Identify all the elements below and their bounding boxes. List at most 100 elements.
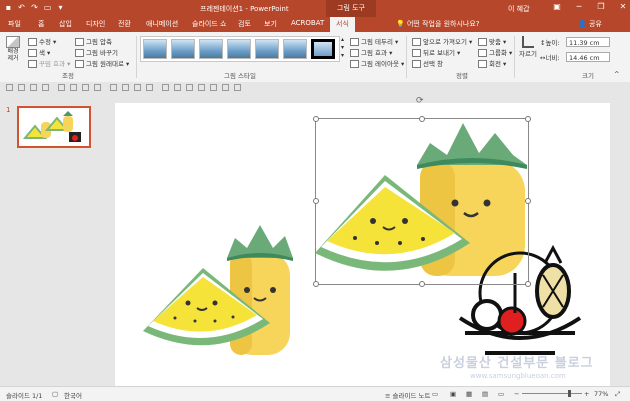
tab-design[interactable]: 디자인 <box>86 19 105 29</box>
restore-button[interactable]: ❐ <box>594 2 608 11</box>
fit-to-window-icon[interactable]: ⤢ <box>615 390 620 399</box>
tab-transitions[interactable]: 전환 <box>118 19 131 29</box>
tab-animations[interactable]: 애니메이션 <box>146 19 178 29</box>
toolbar-icon[interactable] <box>82 84 89 91</box>
toolbar-icon[interactable] <box>122 84 129 91</box>
toolbar-icon[interactable] <box>234 84 241 91</box>
comments-icon[interactable]: ▭ <box>432 390 438 398</box>
language-indicator[interactable]: 한국어 <box>64 390 82 400</box>
resize-handle[interactable] <box>313 198 319 204</box>
vertical-scrollbar[interactable] <box>620 94 630 386</box>
corrections-button[interactable]: 수정 ▾ <box>28 36 56 46</box>
spellcheck-icon[interactable]: ▢ <box>52 390 58 398</box>
notes-button[interactable]: ≡ 슬라이드 노트 <box>385 390 430 400</box>
toolbar-icon[interactable] <box>58 84 65 91</box>
toolbar-icon[interactable] <box>30 84 37 91</box>
tab-view[interactable]: 보기 <box>264 19 277 29</box>
gallery-scroll[interactable]: ▴ ▾ ▾ <box>341 36 344 60</box>
reset-picture-button[interactable]: 그림 원래대로 ▾ <box>75 58 129 68</box>
close-button[interactable]: ✕ <box>616 2 630 11</box>
zoom-in-icon[interactable]: + <box>584 390 589 398</box>
zoom-slider[interactable] <box>522 393 582 394</box>
toolbar-icon[interactable] <box>94 84 101 91</box>
tab-format[interactable]: 서식 <box>330 17 355 32</box>
ribbon-display-icon[interactable]: ▣ <box>550 2 564 11</box>
picture-style-4[interactable] <box>227 39 251 59</box>
toolbar-icon[interactable] <box>110 84 117 91</box>
toolbar-icon[interactable] <box>162 84 169 91</box>
picture-layout-button[interactable]: 그림 레이아웃 ▾ <box>350 58 404 68</box>
align-button[interactable]: 맞춤 ▾ <box>478 36 506 46</box>
crop-button[interactable]: 자르기 <box>519 36 537 58</box>
picture-style-2[interactable] <box>171 39 195 59</box>
toolbar-icon[interactable] <box>222 84 229 91</box>
resize-handle[interactable] <box>313 116 319 122</box>
picture-style-6[interactable] <box>283 39 307 59</box>
toolbar-icon[interactable] <box>6 84 13 91</box>
compress-pictures-button[interactable]: 그림 압축 <box>75 36 112 46</box>
reading-view-icon[interactable]: ▤ <box>482 390 488 398</box>
toolbar-icon[interactable] <box>134 84 141 91</box>
rotate-handle-icon[interactable]: ⟳ <box>416 96 424 106</box>
minimize-button[interactable]: ─ <box>572 2 586 11</box>
customize-qat-icon[interactable]: ▾ <box>56 3 65 12</box>
toolbar-icon[interactable] <box>198 84 205 91</box>
collapse-ribbon-icon[interactable]: ^ <box>614 70 619 78</box>
slide[interactable]: ⟳ <box>115 96 610 386</box>
rotate-button[interactable]: 회전 ▾ <box>478 58 506 68</box>
tab-acrobat[interactable]: ACROBAT <box>291 19 324 27</box>
zoom-level[interactable]: 77% <box>594 390 608 398</box>
toolbar-icon[interactable] <box>18 84 25 91</box>
tab-home[interactable]: 홈 <box>38 19 44 29</box>
resize-handle[interactable] <box>313 281 319 287</box>
color-button[interactable]: 색 ▾ <box>28 47 50 57</box>
tab-insert[interactable]: 삽입 <box>59 19 72 29</box>
change-picture-button[interactable]: 그림 바꾸기 <box>75 47 118 57</box>
bring-forward-label: 앞으로 가져오기 <box>423 38 467 46</box>
resize-handle[interactable] <box>419 281 425 287</box>
tab-review[interactable]: 검토 <box>238 19 251 29</box>
height-input[interactable]: 11.39 cm <box>566 37 610 47</box>
picture-style-7[interactable] <box>311 39 335 59</box>
slideshow-view-icon[interactable]: ▭ <box>498 390 504 398</box>
user-name[interactable]: 이 혜갑 <box>508 4 530 14</box>
save-icon[interactable]: ▪ <box>4 3 13 12</box>
normal-view-icon[interactable]: ▣ <box>450 390 456 398</box>
start-slideshow-icon[interactable]: ▭ <box>43 3 52 12</box>
selection-pane-button[interactable]: 선택 창 <box>412 58 443 68</box>
slide-sorter-icon[interactable]: ▦ <box>466 390 472 398</box>
slide-thumbnail[interactable] <box>17 106 91 148</box>
send-backward-button[interactable]: 뒤로 보내기 ▾ <box>412 47 460 57</box>
undo-icon[interactable]: ↶ <box>17 3 26 12</box>
picture-selection-frame[interactable] <box>315 118 529 285</box>
remove-background-button[interactable]: 배경 제거 <box>5 36 21 64</box>
toolbar-icon[interactable] <box>70 84 77 91</box>
toolbar-icon[interactable] <box>210 84 217 91</box>
redo-icon[interactable]: ↷ <box>30 3 39 12</box>
zoom-slider-thumb[interactable] <box>568 390 571 397</box>
picture-border-button[interactable]: 그림 테두리 ▾ <box>350 36 398 46</box>
resize-handle[interactable] <box>525 198 531 204</box>
artistic-effects-button[interactable]: 꾸밈 효과 ▾ <box>28 58 70 68</box>
toolbar-icon[interactable] <box>174 84 181 91</box>
toolbar-icon[interactable] <box>186 84 193 91</box>
zoom-out-icon[interactable]: − <box>514 390 519 398</box>
tab-slideshow[interactable]: 슬라이드 쇼 <box>192 19 226 29</box>
tab-file[interactable]: 파일 <box>8 19 21 29</box>
resize-handle[interactable] <box>419 116 425 122</box>
picture-style-1[interactable] <box>143 39 167 59</box>
tell-me-search[interactable]: 💡 어떤 작업을 원하시나요? <box>396 19 480 29</box>
width-input[interactable]: 14.46 cm <box>566 52 610 62</box>
toolbar-icon[interactable] <box>146 84 153 91</box>
remove-background-label: 배경 제거 <box>7 48 19 62</box>
picture-style-5[interactable] <box>255 39 279 59</box>
picture-style-3[interactable] <box>199 39 223 59</box>
bring-forward-button[interactable]: 앞으로 가져오기 ▾ <box>412 36 472 46</box>
toolbar-icon[interactable] <box>42 84 49 91</box>
resize-handle[interactable] <box>525 116 531 122</box>
group-button[interactable]: 그룹화 ▾ <box>478 47 512 57</box>
effects-icon <box>350 49 359 57</box>
resize-handle[interactable] <box>525 281 531 287</box>
picture-effects-button[interactable]: 그림 효과 ▾ <box>350 47 392 57</box>
share-button[interactable]: 👤 공유 <box>578 19 602 29</box>
